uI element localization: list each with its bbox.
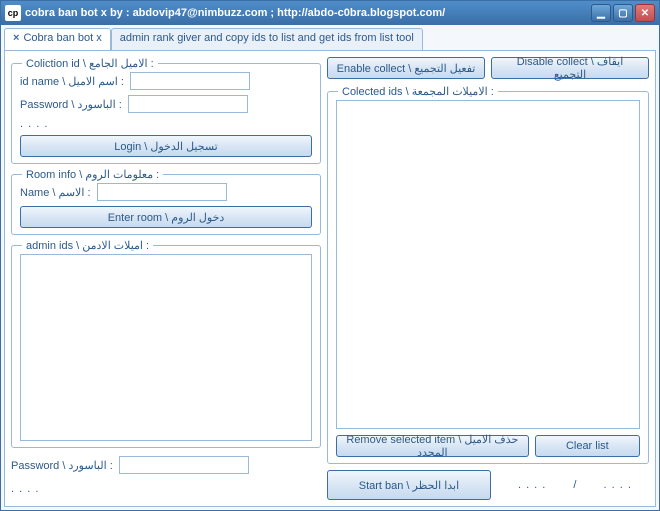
collection-id-title: Coliction id \ الاميل الجامع : — [22, 57, 158, 70]
start-ban-button[interactable]: Start ban \ ابدا الحظر — [327, 470, 491, 500]
maximize-button[interactable]: ▢ — [613, 4, 633, 22]
tab-admin-rank-giver[interactable]: admin rank giver and copy ids to list an… — [111, 28, 423, 50]
maximize-icon: ▢ — [618, 8, 627, 19]
app-window: cp cobra ban bot x by : abdovip47@nimbuz… — [0, 0, 660, 511]
password-input[interactable] — [128, 95, 248, 113]
list-actions-row: Remove selected item \ حذف الاميل المحدد… — [336, 435, 640, 457]
close-button[interactable]: ✕ — [635, 4, 655, 22]
close-icon: ✕ — [641, 8, 649, 19]
id-name-label: id name \ اسم الاميل : — [20, 75, 124, 88]
room-info-title: Room info \ معلومات الروم : — [22, 168, 163, 181]
password2-label: Password \ الباسورد : — [11, 459, 113, 472]
tab-label: Cobra ban bot x — [23, 32, 101, 44]
collect-toggle-row: Enable collect \ تفعيل التجميع Disable c… — [327, 57, 649, 79]
status-dots: . . . . — [20, 118, 48, 130]
password-label: Password \ الباسورد : — [20, 98, 122, 111]
room-name-label: Name \ الاسم : — [20, 186, 91, 199]
collected-ids-group: Colected ids \ الاميلات المجمعة : Remove… — [327, 91, 649, 464]
id-name-input[interactable] — [130, 72, 250, 90]
client-area: × Cobra ban bot x admin rank giver and co… — [1, 25, 659, 510]
start-ban-row: Start ban \ ابدا الحظر . . . . / . . . . — [327, 470, 649, 500]
admin-ids-group: admin ids \ اميلات الادمن : — [11, 245, 321, 448]
collection-id-group: Coliction id \ الاميل الجامع : id name \… — [11, 63, 321, 164]
ban-status-right: . . . . — [586, 479, 649, 491]
admin-ids-textarea[interactable] — [20, 254, 312, 441]
ban-status-sep: / — [573, 479, 576, 491]
enter-room-button[interactable]: Enter room \ دخول الروم — [20, 206, 312, 228]
window-title: cobra ban bot x by : abdovip47@nimbuzz.c… — [25, 7, 591, 19]
minimize-icon: ▁ — [597, 8, 605, 19]
password2-input[interactable] — [119, 456, 249, 474]
status2-dots: . . . . — [11, 483, 39, 495]
right-column: Enable collect \ تفعيل التجميع Disable c… — [327, 57, 649, 500]
app-icon: cp — [5, 5, 21, 21]
ban-status-left: . . . . — [501, 479, 564, 491]
collected-ids-listbox[interactable] — [336, 100, 640, 429]
left-column: Coliction id \ الاميل الجامع : id name \… — [11, 57, 321, 500]
tab-page: Coliction id \ الاميل الجامع : id name \… — [4, 50, 656, 507]
window-controls: ▁ ▢ ✕ — [591, 4, 655, 22]
admin-ids-title: admin ids \ اميلات الادمن : — [22, 239, 153, 252]
clear-list-button[interactable]: Clear list — [535, 435, 640, 457]
disable-collect-button[interactable]: Disable collect \ ايقاف التجميع — [491, 57, 649, 79]
tab-cobra-ban-bot[interactable]: × Cobra ban bot x — [4, 28, 111, 50]
enable-collect-button[interactable]: Enable collect \ تفعيل التجميع — [327, 57, 485, 79]
room-info-group: Room info \ معلومات الروم : Name \ الاسم… — [11, 174, 321, 235]
remove-selected-button[interactable]: Remove selected item \ حذف الاميل المحدد — [336, 435, 529, 457]
tab-strip: × Cobra ban bot x admin rank giver and co… — [4, 28, 656, 50]
titlebar: cp cobra ban bot x by : abdovip47@nimbuz… — [1, 1, 659, 25]
tab-close-icon[interactable]: × — [13, 32, 19, 44]
tab-label: admin rank giver and copy ids to list an… — [120, 32, 414, 44]
login-button[interactable]: Login \ تسجيل الدخول — [20, 135, 312, 157]
collected-ids-title: Colected ids \ الاميلات المجمعة : — [338, 85, 498, 98]
minimize-button[interactable]: ▁ — [591, 4, 611, 22]
room-name-input[interactable] — [97, 183, 227, 201]
